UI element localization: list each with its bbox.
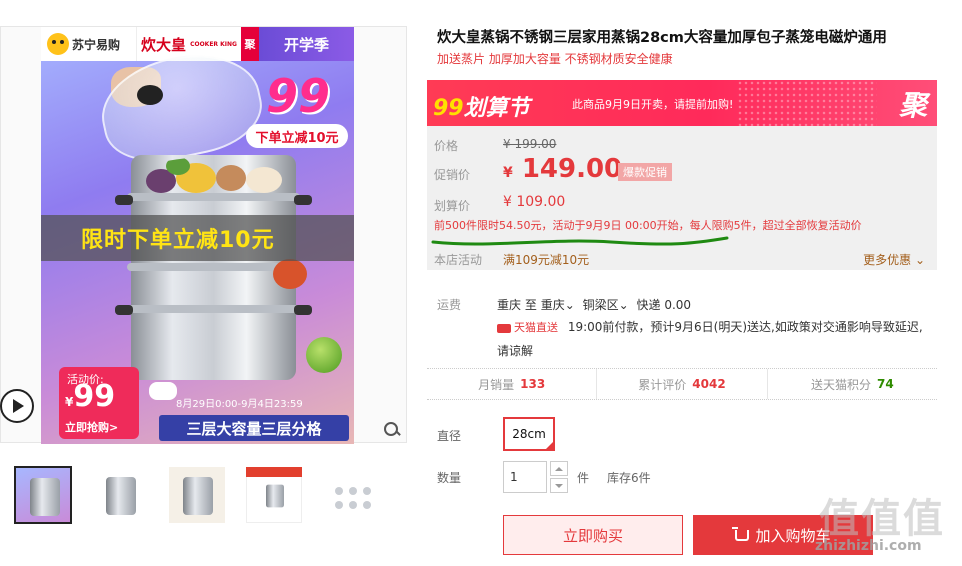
orig-price-value: ¥ 199.00 <box>503 137 557 151</box>
product-title: 炊大皇蒸锅不锈钢三层家用蒸锅28cm大容量加厚包子蒸笼电磁炉通用 <box>437 30 887 46</box>
city-select[interactable]: 重庆⌄ <box>541 298 575 312</box>
season-label: 开学季 <box>259 27 354 61</box>
ju-logo: 聚 <box>898 89 927 122</box>
promo-price-label: 促销价 <box>434 168 471 182</box>
chevron-down-icon: ⌄ <box>911 253 925 267</box>
event-message: 此商品9月9日开卖，请提前加购! <box>572 98 734 111</box>
dot-pattern <box>737 80 877 126</box>
orig-price-label: 价格 <box>434 139 459 153</box>
promo-tag: 爆款促销 <box>618 163 672 181</box>
shipping-destination: 重庆 至 重庆⌄ 铜梁区⌄ 快递 0.00 <box>497 298 692 312</box>
store-activity-value: 满109元减10元 <box>503 253 590 267</box>
promo-price-value: ¥ 149.00 <box>503 154 623 184</box>
crab-illustration <box>273 259 307 289</box>
green-underline-annotation <box>431 236 729 246</box>
event-logo: 99划算节 <box>433 96 530 121</box>
delivery-text-cont: 请谅解 <box>497 344 534 358</box>
thumbnail-list <box>14 466 380 524</box>
price-box: 价格 ¥ 199.00 促销价 ¥ 149.00 爆款促销 划算价 ¥ 109.… <box>427 126 937 270</box>
main-product-image[interactable]: 苏宁易购 炊大皇 COOKER KING 聚 开学季 99 下单立减10元 限时… <box>41 27 354 444</box>
lion-mascot-icon <box>47 33 69 55</box>
zoom-icon[interactable] <box>382 420 402 440</box>
buy-now-button[interactable]: 立即购买 <box>503 515 683 555</box>
deal-note: 前500件限时54.50元，活动于9月9日 00:00开始，每人限购5件，超过全… <box>434 219 862 232</box>
diameter-label: 直径 <box>437 429 462 443</box>
stat-monthly-sales: 月销量 133 <box>427 369 598 399</box>
thumbnail-1[interactable] <box>14 466 72 524</box>
deal-price-value: ¥ 109.00 <box>503 194 566 210</box>
delivery-estimate: 天猫直送 19:00前付款，预计9月6日(明天)送达,如政策对交通影响导致延迟, <box>497 318 923 335</box>
store-name: 苏宁易购 <box>72 37 121 52</box>
promo-strip: 限时下单立减10元 <box>41 215 354 261</box>
thumbnail-4[interactable] <box>245 466 303 524</box>
truck-icon <box>497 323 511 333</box>
size-option-28cm[interactable]: 28cm <box>503 417 555 451</box>
stat-reviews[interactable]: 累计评价 4042 <box>597 369 768 399</box>
more-offers-link[interactable]: 更多优惠 ⌄ <box>863 251 925 268</box>
lid-knob <box>137 85 163 105</box>
express-fee: 快递 0.00 <box>636 298 692 312</box>
store-activity-label: 本店活动 <box>434 253 483 267</box>
quantity-label: 数量 <box>437 471 462 485</box>
event-price-value: ¥99 <box>65 379 116 414</box>
badge-number: 99 <box>266 69 331 123</box>
lime-illustration <box>306 337 342 373</box>
promo-badge: 99 下单立减10元 <box>246 69 348 161</box>
event-banner: 99划算节 此商品9月9日开卖，请提前加购! 聚 <box>427 80 937 126</box>
tmall-direct-badge: 天猫直送 <box>497 321 558 334</box>
quantity-unit: 件 <box>577 471 590 485</box>
glass-lid-illustration <box>92 41 270 173</box>
brand-name-cn: 炊大皇 <box>141 35 187 54</box>
feature-strip: 三层大容量三层分格 <box>159 415 349 441</box>
quantity-decrease-button[interactable] <box>550 478 568 493</box>
shipping-label: 运费 <box>437 298 462 312</box>
ship-from: 重庆 <box>497 298 522 312</box>
quantity-increase-button[interactable] <box>550 461 568 476</box>
badge-text: 下单立减10元 <box>246 124 348 148</box>
deal-price-label: 划算价 <box>434 199 471 213</box>
delivery-text: 19:00前付款，预计9月6日(明天)送达,如政策对交通影响导致延迟, <box>567 320 923 334</box>
suning-logo: 苏宁易购 <box>41 27 136 61</box>
product-subtitle: 加送蒸片 加厚加大容量 不锈钢材质安全健康 <box>437 52 673 66</box>
cart-icon <box>732 526 750 541</box>
gamepad-icon <box>149 382 177 400</box>
stock-count: 库存6件 <box>607 471 651 485</box>
quantity-input[interactable] <box>503 461 547 493</box>
stats-bar: 月销量 133 累计评价 4042 送天猫积分 74 <box>427 368 937 400</box>
play-video-icon[interactable] <box>0 389 34 423</box>
buy-now-cta: 立即抢购> <box>65 421 119 434</box>
district-select[interactable]: 铜梁区⌄ <box>583 298 629 312</box>
stat-points: 送天猫积分 74 <box>810 377 894 392</box>
ju-tag: 聚 <box>241 27 259 61</box>
thumbnail-5[interactable] <box>322 466 380 524</box>
thumbnail-3[interactable] <box>168 466 226 524</box>
event-price-tag: 活动价: ¥99 立即抢购> <box>59 367 139 439</box>
site-watermark: 值值值 zhizhizhi.com <box>815 496 945 554</box>
brand-name-en: COOKER KING <box>190 40 237 48</box>
food-illustration <box>136 157 291 197</box>
image-gallery: 苏宁易购 炊大皇 COOKER KING 聚 开学季 99 下单立减10元 限时… <box>0 26 407 444</box>
event-date-range: 8月29日0:00-9月4日23:59 <box>176 399 303 410</box>
thumbnail-2[interactable] <box>91 466 149 524</box>
